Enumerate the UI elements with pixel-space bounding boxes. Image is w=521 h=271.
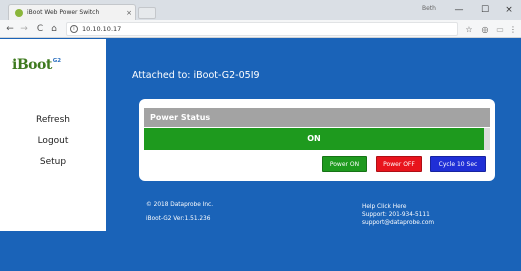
minimize-button[interactable]: —: [448, 2, 470, 18]
extension-icon[interactable]: ◎: [479, 23, 491, 35]
sidebar-item-refresh[interactable]: Refresh: [0, 115, 106, 125]
sidebar-item-logout[interactable]: Logout: [0, 136, 106, 146]
iboot-logo: iBoot G2: [12, 57, 61, 73]
attached-device-label: Attached to: iBoot-G2-05I9: [132, 70, 260, 81]
browser-tabstrip: iBoot Web Power Switch × Beth — ☐ ×: [0, 0, 521, 20]
tab-close-icon[interactable]: ×: [123, 9, 135, 17]
copyright-text: © 2018 Dataprobe Inc.: [146, 202, 214, 208]
forward-icon[interactable]: →: [18, 23, 30, 35]
url-text[interactable]: 10.10.10.17: [82, 25, 121, 33]
close-window-button[interactable]: ×: [498, 2, 520, 18]
version-text: iBoot-G2 Ver:1.51.236: [146, 216, 211, 222]
reload-icon[interactable]: C: [34, 23, 46, 35]
sidebar-item-setup[interactable]: Setup: [0, 157, 106, 167]
maximize-button[interactable]: ☐: [474, 2, 496, 18]
menu-icon[interactable]: ⋮: [507, 23, 519, 35]
browser-user-label[interactable]: Beth: [422, 5, 436, 12]
browser-tab[interactable]: iBoot Web Power Switch ×: [8, 4, 136, 20]
new-tab-button[interactable]: [138, 7, 156, 19]
logo-superscript: G2: [52, 58, 62, 64]
power-status-panel: Power Status ON Power ON Power OFF Cycle…: [139, 99, 495, 181]
power-status-indicator: ON: [144, 128, 484, 150]
page-bottom-band: [0, 231, 521, 271]
sidebar: iBoot G2 Refresh Logout Setup: [0, 39, 106, 231]
back-icon[interactable]: ←: [4, 23, 16, 35]
browser-toolbar: ← → C ⌂ i 10.10.10.17 ☆ ◎ ▭ ⋮: [0, 20, 521, 38]
status-bar-edge: [484, 128, 490, 150]
logo-text: iBoot: [12, 57, 52, 73]
support-email-link[interactable]: support@dataprobe.com: [362, 219, 434, 228]
power-on-button[interactable]: Power ON: [322, 156, 367, 172]
home-icon[interactable]: ⌂: [48, 23, 60, 35]
power-off-button[interactable]: Power OFF: [376, 156, 422, 172]
address-bar[interactable]: i 10.10.10.17: [66, 22, 458, 36]
favicon-icon: [15, 8, 23, 17]
tab-title: iBoot Web Power Switch: [27, 9, 100, 16]
main-content: Attached to: iBoot-G2-05I9 Power Status …: [106, 39, 521, 231]
extension-secondary-icon[interactable]: ▭: [494, 23, 506, 35]
cycle-power-button[interactable]: Cycle 10 Sec: [430, 156, 486, 172]
info-icon[interactable]: i: [70, 25, 78, 33]
bookmark-star-icon[interactable]: ☆: [463, 23, 475, 35]
panel-title: Power Status: [144, 108, 490, 127]
